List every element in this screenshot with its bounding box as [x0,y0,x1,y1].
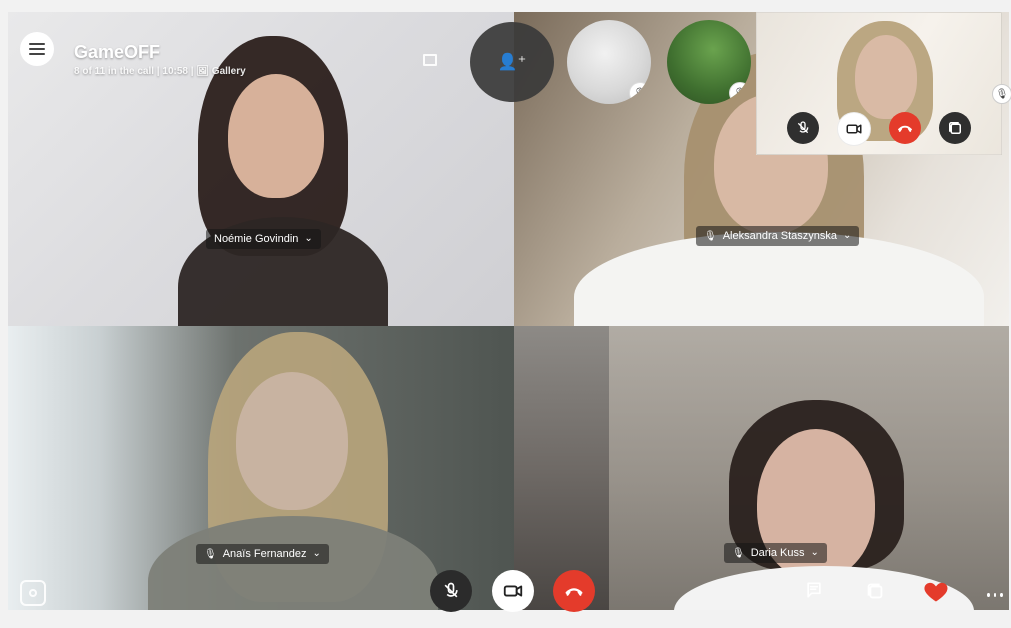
mic-muted-icon: 🎙 [729,82,751,104]
end-call-icon [898,125,912,132]
layout-icon [867,583,883,599]
call-header: GameOFF 8 of 11 in the call | 10:58 | 🖼 … [8,12,513,77]
participant-body [574,232,984,326]
layout-icon [949,122,961,134]
chevron-down-icon: ⌄ [810,546,819,558]
mic-muted-icon [444,582,458,598]
reaction-button[interactable] [922,577,950,605]
add-person-icon: 👤⁺ [497,54,527,71]
mute-button[interactable] [787,112,819,144]
screenshot-button[interactable] [20,580,46,606]
chat-icon [807,582,821,598]
mic-muted-icon [797,121,809,134]
camera-icon [503,585,523,597]
end-call-button[interactable] [553,570,595,612]
camera-button[interactable] [837,112,871,146]
participant-name-label[interactable]: 🎙 Daria Kuss ⌄ [724,543,827,563]
more-button[interactable] [985,590,1005,600]
participant-name-label[interactable]: Noémie Govindin ⌄ [206,229,321,249]
mic-muted-icon: 🎙 [992,84,1011,104]
mic-muted-icon: 🎙 [629,82,651,104]
participant-name: Aleksandra Staszynska [722,230,838,242]
participant-avatar[interactable]: 🎙 [667,20,751,104]
participant-avatar[interactable]: 🎙 [567,20,651,104]
fullscreen-icon[interactable] [423,54,437,66]
mic-muted-icon: 🎙 [732,547,745,559]
mic-muted-icon: 🎙 [704,230,717,242]
chevron-down-icon: ⌄ [304,232,313,244]
preview-controls [757,112,1001,146]
call-stage: Noémie Govindin ⌄ 🎙 Aleksandra Staszynsk… [0,0,1011,628]
chevron-down-icon: ⌄ [843,229,852,241]
menu-icon [29,43,45,55]
switch-layout-button[interactable] [939,112,971,144]
participant-name: Anaïs Fernandez [222,548,307,560]
participant-face [855,35,917,119]
call-title: GameOFF [74,42,161,62]
camera-button[interactable] [492,570,534,612]
mute-button[interactable] [430,570,472,612]
participant-name: Noémie Govindin [214,233,299,245]
participant-name-label[interactable]: 🎙 Anaïs Fernandez ⌄ [196,544,329,564]
participant-face [236,372,348,510]
call-subtitle: 8 of 11 in the call | 10:58 | 🖼 Gallery [74,66,246,77]
participant-name-label[interactable]: 🎙 Aleksandra Staszynska ⌄ [696,226,860,246]
chat-button[interactable] [804,580,824,600]
camera-icon [846,124,862,134]
participant-name: Daria Kuss [750,547,805,559]
heart-icon [924,582,948,602]
end-call-button[interactable] [889,112,921,144]
switch-layout-button[interactable] [864,580,886,602]
add-participant-button[interactable]: 👤⁺ [470,22,554,102]
mic-muted-icon: 🎙 [204,548,217,560]
end-call-icon [565,588,583,596]
menu-button[interactable] [20,32,54,66]
more-icon [987,593,990,597]
chevron-down-icon: ⌄ [312,547,321,559]
self-preview[interactable] [756,12,1002,155]
participant-face [228,74,324,198]
